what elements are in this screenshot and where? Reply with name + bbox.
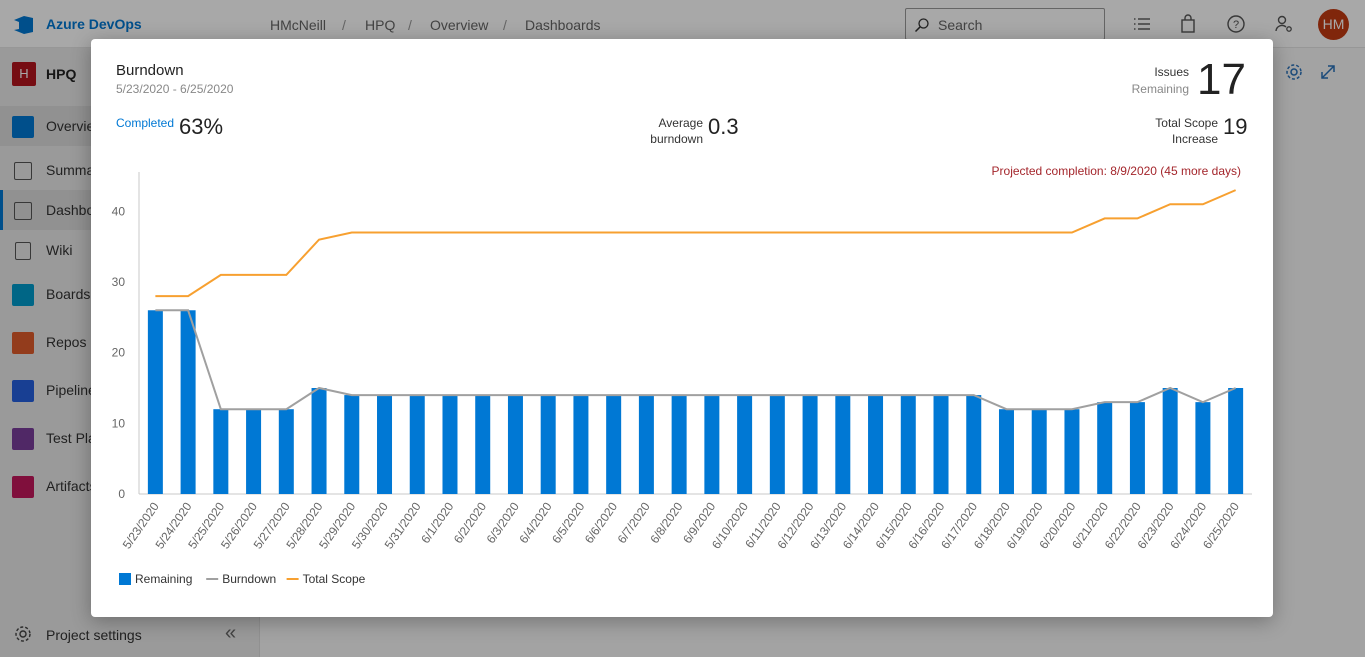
burndown-chart: 0102030405/23/20205/24/20205/25/20205/26… [112,172,1252,586]
burndown-modal: Burndown 5/23/2020 - 6/25/2020 Completed… [91,39,1273,617]
remaining-bar [868,395,884,494]
remaining-bar [1064,409,1080,494]
legend-label: Total Scope [303,572,366,586]
legend-swatch-remaining [119,573,131,585]
total-scope-line [155,189,1237,298]
gear-icon[interactable] [1284,62,1304,82]
remaining-bar [540,395,556,494]
remaining-bar [769,395,785,494]
remaining-bar [998,409,1014,494]
remaining-bar [442,395,458,494]
remaining-bar [180,310,196,494]
remaining-bar [475,395,491,494]
remaining-bar [933,395,949,494]
remaining-bar [311,388,327,494]
y-tick-label: 40 [112,204,126,218]
remaining-bar [1195,402,1211,494]
legend-label: Burndown [222,572,276,586]
remaining-bar [1129,402,1145,494]
remaining-bar [213,409,229,494]
remaining-bar [1228,388,1244,494]
remaining-bar [1097,402,1113,494]
remaining-bar [900,395,916,494]
remaining-bar [1162,388,1178,494]
y-tick-label: 10 [112,416,126,430]
expand-icon[interactable] [1318,62,1338,82]
remaining-bar [278,409,294,494]
remaining-bar [1031,409,1047,494]
y-tick-label: 0 [118,487,125,501]
y-tick-label: 30 [112,275,126,289]
remaining-bar [147,310,163,494]
remaining-bar [671,395,687,494]
remaining-bar [246,409,262,494]
remaining-bar [802,395,818,494]
remaining-bar [966,395,982,494]
remaining-bar [573,395,589,494]
remaining-bar [704,395,720,494]
remaining-bar [409,395,425,494]
remaining-bar [835,395,851,494]
remaining-bar [606,395,622,494]
remaining-bar [638,395,654,494]
remaining-bar [507,395,523,494]
remaining-bar [377,395,393,494]
remaining-bar [344,395,360,494]
legend-label: Remaining [135,572,192,586]
y-tick-label: 20 [112,346,126,360]
remaining-bar [737,395,753,494]
